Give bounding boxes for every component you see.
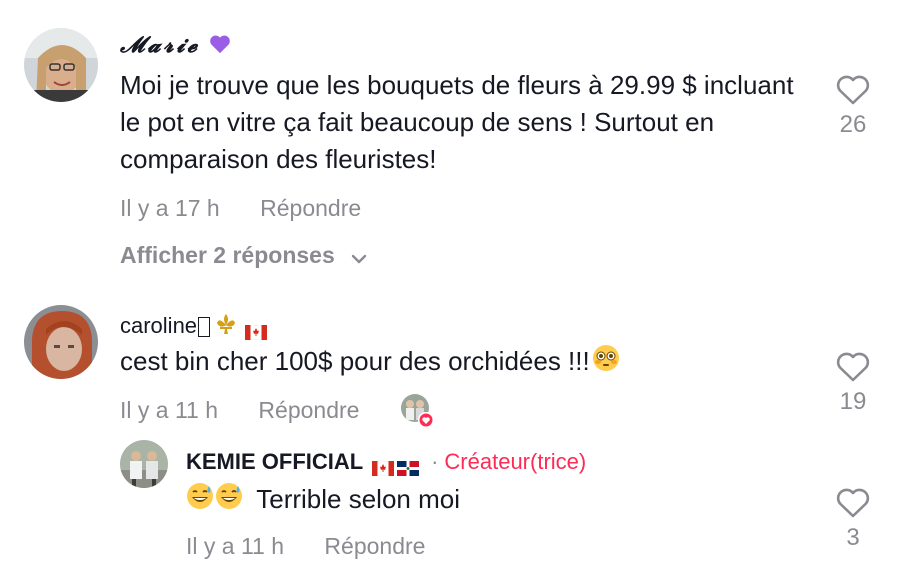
heart-icon xyxy=(836,352,870,382)
username[interactable]: 𝓜𝓪𝓻𝓲𝓮 xyxy=(120,32,231,60)
comment-meta: Il y a 11 h Répondre xyxy=(120,397,359,424)
dominican-flag-icon xyxy=(396,456,419,476)
reply-button[interactable]: Répondre xyxy=(258,397,359,423)
grinning-sweat-icon xyxy=(215,482,243,520)
avatar[interactable] xyxy=(120,440,168,488)
avatar[interactable] xyxy=(24,28,98,102)
username[interactable]: caroline xyxy=(120,313,268,341)
comment-text: Terrible selon moi xyxy=(186,481,460,520)
like-count: 19 xyxy=(839,388,867,415)
reply-button[interactable]: Répondre xyxy=(324,533,425,559)
timestamp: Il y a 11 h xyxy=(186,533,285,559)
like-button[interactable]: 3 xyxy=(828,488,878,552)
comment-meta: Il y a 17 h Répondre xyxy=(120,195,361,222)
separator: · xyxy=(431,449,439,474)
canada-flag-icon xyxy=(245,320,268,340)
comments-panel: 𝓜𝓪𝓻𝓲𝓮 Moi je trouve que les bouquets de … xyxy=(0,0,906,576)
timestamp: Il y a 17 h xyxy=(120,195,220,221)
reply-text-content: Terrible selon moi xyxy=(256,484,460,514)
username-text: caroline xyxy=(120,313,198,338)
grinning-sweat-icon xyxy=(186,482,214,520)
comment-text-content: cest bin cher 100$ pour des orchidées !!… xyxy=(120,346,590,376)
comment-text: cest bin cher 100$ pour des orchidées !!… xyxy=(120,343,620,382)
reply-button[interactable]: Répondre xyxy=(260,195,361,221)
view-replies-button[interactable]: Afficher 2 réponses xyxy=(120,242,367,270)
like-count: 3 xyxy=(846,524,860,551)
missing-glyph-icon xyxy=(198,317,211,338)
heart-icon xyxy=(836,75,870,105)
avatar[interactable] xyxy=(24,305,98,379)
username[interactable]: KEMIE OFFICIAL · Créateur(trice) xyxy=(186,449,587,476)
canada-flag-icon xyxy=(371,456,395,476)
username-text: KEMIE OFFICIAL xyxy=(186,449,363,474)
fleur-de-lis-icon xyxy=(216,313,236,341)
timestamp: Il y a 11 h xyxy=(120,397,219,423)
heart-icon xyxy=(836,488,870,518)
like-button[interactable]: 19 xyxy=(828,352,878,416)
comment-text: Moi je trouve que les bouquets de fleurs… xyxy=(120,70,794,174)
like-button[interactable]: 26 xyxy=(828,75,878,139)
creator-badge: Créateur(trice) xyxy=(444,449,587,474)
username-text: 𝓜𝓪𝓻𝓲𝓮 xyxy=(120,32,201,57)
comment-meta: Il y a 11 h Répondre xyxy=(186,533,425,560)
flushed-face-icon xyxy=(592,344,620,382)
liked-by-creator-icon xyxy=(400,393,436,429)
chevron-down-icon xyxy=(351,243,367,270)
view-replies-label: Afficher 2 réponses xyxy=(120,242,335,268)
purple-heart-icon xyxy=(209,34,231,60)
like-count: 26 xyxy=(839,111,867,138)
